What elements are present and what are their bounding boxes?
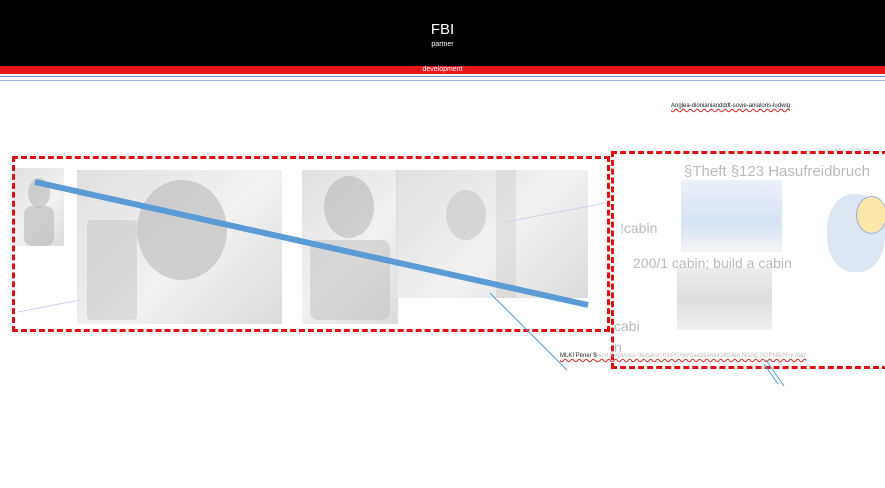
- diagonal-arrow-line[interactable]: [34, 179, 589, 308]
- connector-faint-left: [17, 299, 81, 313]
- connector-line-2[interactable]: [765, 359, 785, 387]
- connector-faint-mid: [504, 202, 607, 223]
- connector-line-1[interactable]: [489, 292, 568, 371]
- connector-overlay: [17, 179, 785, 387]
